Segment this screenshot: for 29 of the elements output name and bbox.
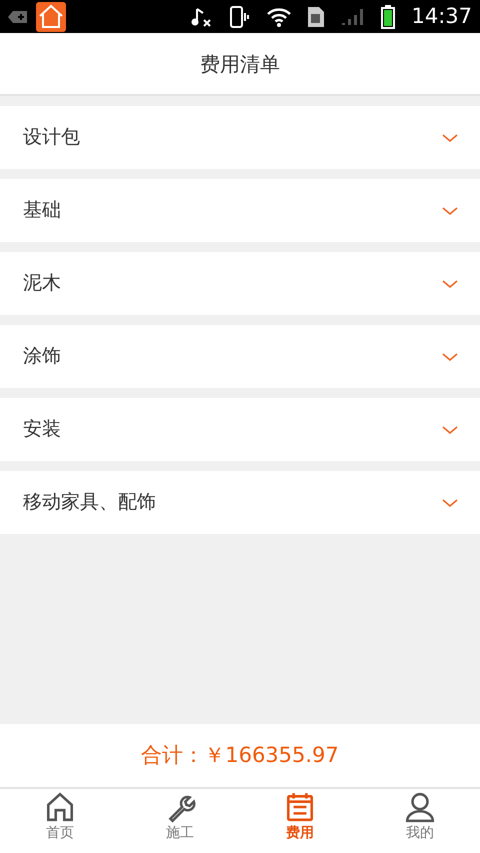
category-label: 移动家具、配饰 (23, 490, 156, 516)
battery-icon (381, 4, 396, 28)
tab[interactable]: 施工 (120, 789, 240, 853)
category-label: 安装 (23, 417, 61, 442)
person-icon (404, 791, 436, 823)
sim-icon (307, 6, 326, 28)
notification-icon (8, 10, 28, 24)
tab[interactable]: 我的 (360, 789, 480, 853)
category-row[interactable]: 移动家具、配饰 (0, 471, 480, 534)
total-amount: 合计：￥166355.97 (141, 742, 339, 769)
signal-icon (341, 6, 366, 26)
tab[interactable]: 首页 (0, 789, 120, 853)
tab[interactable]: 费用 (240, 789, 360, 853)
wifi-icon (267, 6, 292, 26)
category-label: 泥木 (23, 271, 61, 296)
calendar-icon (284, 791, 316, 823)
category-row[interactable]: 设计包 (0, 106, 480, 169)
category-row[interactable]: 泥木 (0, 252, 480, 315)
vibrate-icon (229, 6, 252, 28)
category-row[interactable]: 涂饰 (0, 325, 480, 388)
mute-icon (191, 6, 214, 28)
page-title: 费用清单 (200, 50, 280, 78)
category-label: 设计包 (23, 125, 80, 150)
category-label: 基础 (23, 198, 61, 224)
home-icon (44, 791, 76, 823)
category-row[interactable]: 基础 (0, 179, 480, 242)
clock-time: 14:37 (411, 2, 472, 30)
category-label: 涂饰 (23, 344, 61, 370)
category-row[interactable]: 安装 (0, 398, 480, 461)
